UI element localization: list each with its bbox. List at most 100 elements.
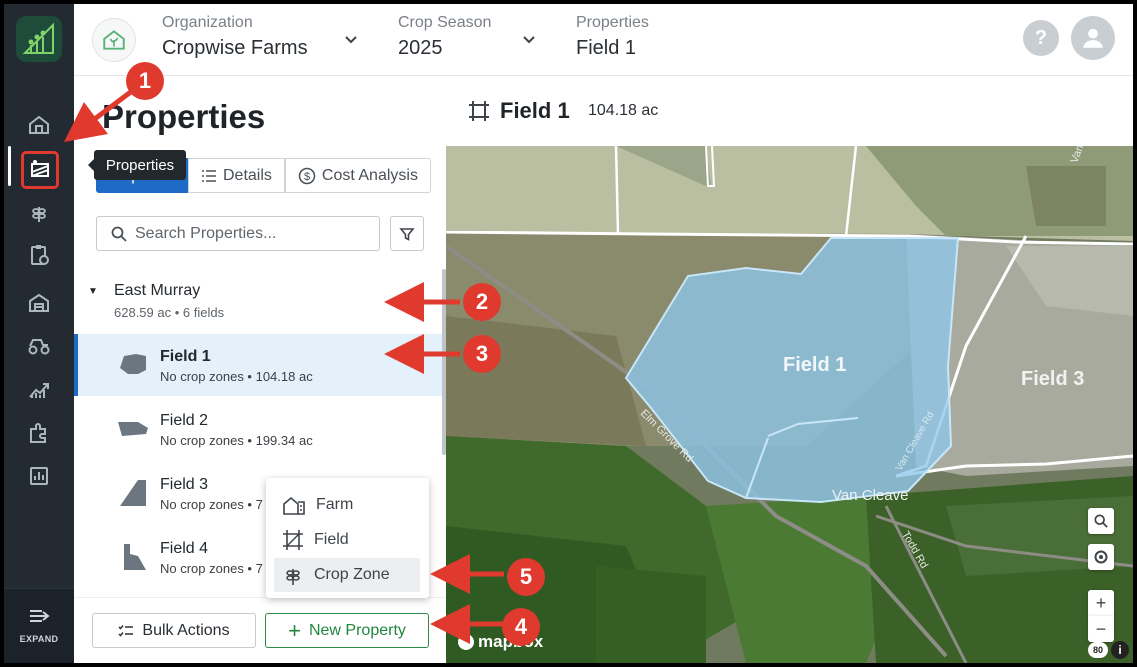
expand-label: EXPAND <box>19 634 59 644</box>
top-header: Organization Cropwise Farms Crop Season … <box>74 4 1133 76</box>
mapbox-logo-icon <box>458 634 474 650</box>
nav-storage-icon[interactable] <box>24 288 54 318</box>
menu-farm-label: Farm <box>316 496 354 513</box>
map-zoom-in-button[interactable]: + <box>1088 590 1114 616</box>
organization-chevron-down-icon[interactable] <box>342 30 360 48</box>
farm-summary: 628.59 ac • 6 fields <box>114 305 225 320</box>
nav-integrations-icon[interactable] <box>24 418 54 448</box>
expand-icon <box>30 610 50 622</box>
search-icon <box>111 226 127 242</box>
bulk-actions-label: Bulk Actions <box>142 621 230 639</box>
season-chevron-down-icon[interactable] <box>520 30 538 48</box>
farm-row[interactable]: ▼ East Murray 628.59 ac • 6 fields <box>74 272 446 330</box>
logo-icon <box>22 22 54 54</box>
organization-label: Organization <box>162 14 253 31</box>
locate-icon <box>1094 550 1108 564</box>
map-field-area: 104.18 ac <box>588 102 659 119</box>
field-row-1[interactable]: Field 1 No crop zones • 104.18 ac <box>74 334 444 396</box>
organization-value: Cropwise Farms <box>162 37 308 59</box>
field-name: Field 2 <box>160 412 209 429</box>
map-zoom-out-button[interactable]: − <box>1088 616 1114 642</box>
nav-home-icon[interactable] <box>24 110 54 140</box>
nav-reports-icon[interactable] <box>24 461 54 491</box>
field-3-shape-icon <box>120 480 146 506</box>
new-property-button[interactable]: + New Property <box>265 613 429 648</box>
farm-name: East Murray <box>114 282 201 299</box>
nav-properties-icon[interactable] <box>21 151 59 189</box>
map-field-title: Field 1 <box>500 98 570 123</box>
map-locate-button[interactable] <box>1088 544 1114 570</box>
field-summary: No crop zones • 7 <box>160 561 263 576</box>
annotation-badge-4: 4 <box>502 608 540 646</box>
menu-item-farm[interactable]: Farm <box>274 488 420 522</box>
crop-zone-icon <box>286 569 300 585</box>
filter-icon <box>399 227 415 241</box>
map-search-button[interactable] <box>1088 508 1114 534</box>
nav-active-indicator <box>8 146 11 186</box>
map-view[interactable]: Field 1 Field 3 Van Cleave Elm Grove Rd … <box>446 146 1133 663</box>
new-property-menu: Farm Field Crop Zone <box>266 478 429 598</box>
season-selector[interactable]: Crop Season 2025 <box>398 14 491 60</box>
annotation-badge-5: 5 <box>507 558 545 596</box>
field-icon <box>283 530 303 550</box>
filter-button[interactable] <box>390 216 424 251</box>
search-placeholder: Search Properties... <box>135 224 277 242</box>
nav-crops-icon[interactable] <box>24 198 54 228</box>
app-logo[interactable] <box>16 16 62 62</box>
user-avatar[interactable] <box>1071 16 1115 60</box>
menu-item-crop-zone[interactable]: Crop Zone <box>274 558 420 592</box>
checklist-icon <box>118 624 134 637</box>
menu-field-label: Field <box>314 531 349 548</box>
organization-avatar <box>92 18 136 62</box>
user-icon <box>1083 28 1103 48</box>
map-label-field-3: Field 3 <box>1021 368 1085 390</box>
field-name: Field 3 <box>160 476 209 493</box>
farm-icon <box>283 496 305 515</box>
field-1-shape-icon <box>120 354 146 374</box>
field-summary: No crop zones • 104.18 ac <box>160 369 313 384</box>
properties-breadcrumb[interactable]: Properties Field 1 <box>576 14 649 60</box>
season-label: Crop Season <box>398 14 492 31</box>
field-row-2[interactable]: Field 2 No crop zones • 199.34 ac <box>74 398 444 460</box>
new-property-label: New Property <box>308 621 406 639</box>
nav-plans-icon[interactable] <box>24 240 54 270</box>
field-2-shape-icon <box>118 422 148 436</box>
bulk-actions-button[interactable]: Bulk Actions <box>92 613 256 648</box>
properties-breadcrumb-value: Field 1 <box>576 37 637 59</box>
menu-crop-zone-label: Crop Zone <box>314 566 390 583</box>
page-title: Properties <box>102 98 266 135</box>
info-icon[interactable]: i <box>1111 641 1129 659</box>
tab-cost-analysis[interactable]: $ Cost Analysis <box>284 158 431 193</box>
search-input[interactable]: Search Properties... <box>96 216 380 251</box>
nav-rail: EXPAND <box>4 4 74 663</box>
menu-item-field[interactable]: Field <box>274 523 420 557</box>
list-icon <box>202 169 216 182</box>
satellite-map[interactable] <box>446 146 1133 663</box>
map-label-van-cleave: Van Cleave <box>832 487 909 504</box>
panel-footer: Bulk Actions + New Property <box>74 597 446 663</box>
field-summary: No crop zones • 7 <box>160 497 263 512</box>
map-search-icon <box>1094 514 1108 528</box>
organization-selector[interactable]: Organization Cropwise Farms <box>162 14 308 60</box>
tab-details[interactable]: Details <box>188 158 285 193</box>
properties-breadcrumb-label: Properties <box>576 14 649 31</box>
nav-equipment-icon[interactable] <box>24 330 54 360</box>
tab-cost-analysis-label: Cost Analysis <box>321 166 418 184</box>
farm-house-icon <box>103 30 125 50</box>
caret-down-icon[interactable]: ▼ <box>88 286 98 297</box>
nav-tooltip: Properties <box>88 150 186 180</box>
plus-icon: + <box>288 617 301 643</box>
zoom-level-badge: 80 <box>1088 642 1108 658</box>
nav-analytics-icon[interactable] <box>24 374 54 404</box>
dollar-circle-icon: $ <box>298 167 316 184</box>
field-boundary-icon <box>469 101 489 121</box>
field-name: Field 4 <box>160 540 209 557</box>
tab-details-label: Details <box>223 166 272 184</box>
app-window: EXPAND Organization Cropwise Farms Crop … <box>4 4 1133 663</box>
season-value: 2025 <box>398 37 443 59</box>
help-button[interactable]: ? <box>1023 20 1059 56</box>
annotation-badge-1: 1 <box>126 62 164 100</box>
map-header: Field 1 104.18 ac <box>446 76 1133 146</box>
expand-button[interactable]: EXPAND <box>4 588 74 663</box>
annotation-badge-2: 2 <box>463 283 501 321</box>
